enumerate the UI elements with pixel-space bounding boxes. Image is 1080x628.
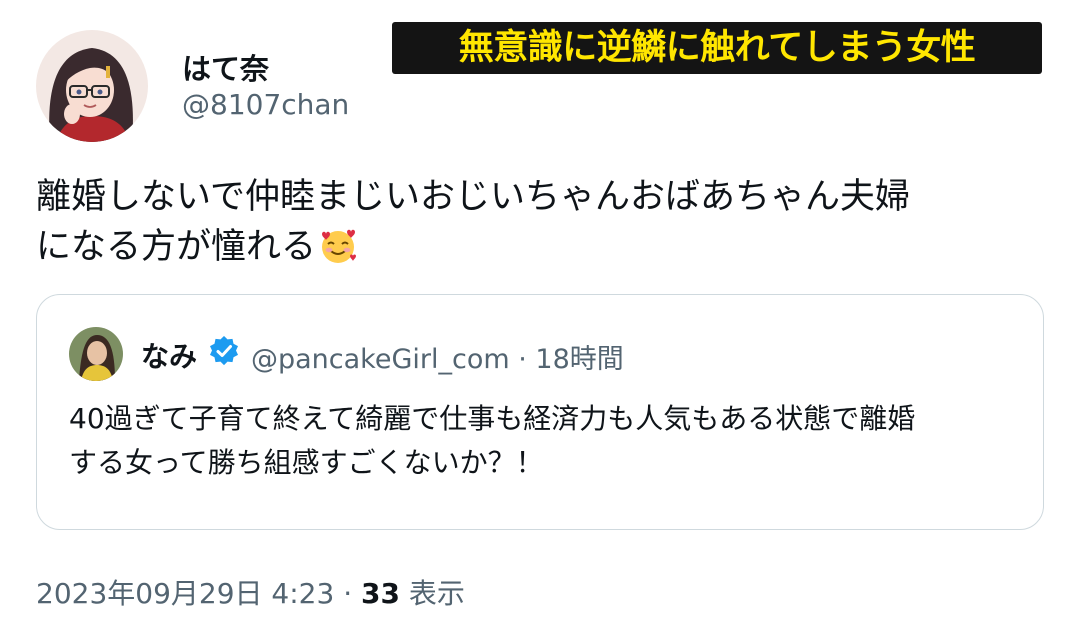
view-count: 33 [361, 577, 400, 610]
quoted-author-handle-time[interactable]: @pancakeGirl_com · 18時間 [251, 337, 624, 376]
tweet-meta: 2023年09月29日 4:23 · 33 表示 [36, 572, 465, 612]
tweet-text-line: になる方が憧れる [36, 222, 1046, 280]
quoted-author-display-name[interactable]: なみ [141, 335, 197, 375]
quoted-tweet-card[interactable]: なみ @pancakeGirl_com · 18時間 40過ぎて子育て終えて綺麗… [36, 294, 1044, 530]
caption-banner: 無意識に逆鱗に触れてしまう女性 [392, 22, 1042, 74]
tweet-text-line: 離婚しないで仲睦まじいおじいちゃんおばあちゃん夫婦 [36, 177, 910, 217]
verified-badge-icon [209, 335, 239, 366]
quoted-tweet-text-line: 40過ぎて子育て終えて綺麗で仕事も経済力も人気もある状態で離婚 [69, 402, 916, 435]
tweet-text: 離婚しないで仲睦まじいおじいちゃんおばあちゃん夫婦 になる方が憧れる [36, 172, 1046, 280]
quoted-author-avatar[interactable] [69, 327, 123, 381]
tweet-screenshot: はて奈 @8107chan 無意識に逆鱗に触れてしまう女性 離婚しないで仲睦まじ… [0, 0, 1080, 628]
tweet-timestamp[interactable]: 2023年09月29日 4:23 · [36, 577, 361, 610]
quoted-tweet-text: 40過ぎて子育て終えて綺麗で仕事も経済力も人気もある状態で離婚 する女って勝ち組… [69, 397, 1029, 485]
author-avatar[interactable] [36, 30, 148, 142]
avatar-illustration [36, 30, 148, 142]
author-handle[interactable]: @8107chan [182, 88, 349, 121]
caption-text: 無意識に逆鱗に触れてしまう女性 [458, 28, 976, 68]
tweet-text-line-content: になる方が憧れる [36, 227, 317, 267]
view-label: 表示 [399, 577, 465, 610]
quoted-avatar-photo [69, 327, 123, 381]
quoted-tweet-text-line: する女って勝ち組感すごくないか？！ [69, 446, 544, 479]
smiling-face-with-hearts-icon [318, 226, 358, 280]
author-display-name[interactable]: はて奈 [182, 46, 269, 88]
